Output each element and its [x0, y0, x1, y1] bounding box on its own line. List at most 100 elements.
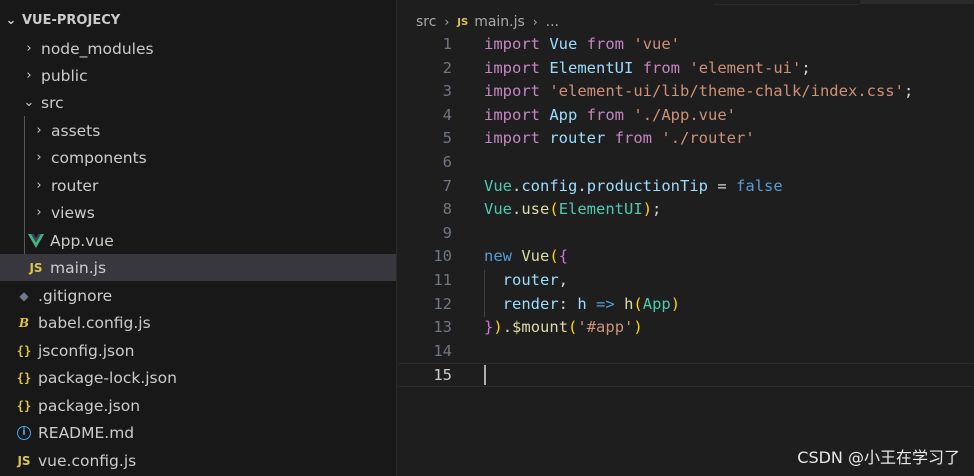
info-icon: i: [14, 425, 34, 440]
javascript-icon: JS: [17, 453, 31, 468]
text-cursor: [484, 365, 486, 386]
line-number: 13: [433, 318, 452, 337]
line-number: 7: [442, 176, 452, 195]
json-icon: {}: [16, 343, 32, 358]
chevron-right-icon: ›: [444, 15, 450, 29]
code-line[interactable]: 1 import Vue from 'vue': [398, 33, 974, 57]
breadcrumb-folder[interactable]: src: [416, 14, 436, 30]
code-text: import 'element-ui/lib/theme-chalk/index…: [484, 82, 914, 101]
tree-item-label: assets: [51, 121, 101, 140]
chevron-right-icon: ›: [532, 15, 538, 29]
code-line[interactable]: 15: [398, 363, 974, 387]
code-line[interactable]: 11 router,: [398, 269, 974, 293]
code-text: import ElementUI from 'element-ui';: [484, 58, 811, 77]
breadcrumb: src › JS main.js › ...: [416, 11, 559, 33]
tab-strip-edge: [714, 0, 859, 5]
code-text: Vue.config.productionTip = false: [484, 176, 783, 195]
line-number: 6: [442, 153, 452, 171]
tree-item-package-lock[interactable]: {} package-lock.json: [0, 364, 396, 391]
code-text: new Vue({: [484, 247, 569, 266]
code-text: router,: [502, 271, 569, 289]
project-header[interactable]: ⌄ VUE-PROJECY: [0, 8, 397, 32]
chevron-right-icon: ›: [36, 178, 42, 193]
tree-item-src[interactable]: ⌄ src: [0, 89, 396, 116]
javascript-icon: JS: [29, 260, 43, 275]
tree-item-readme[interactable]: i README.md: [0, 419, 396, 446]
explorer-sidebar: ⌄ VUE-PROJECY › node_modules › public ⌄ …: [0, 0, 397, 476]
tree-item-label: components: [51, 148, 147, 167]
tree-item-app-vue[interactable]: App.vue: [0, 227, 396, 254]
code-line[interactable]: 10 new Vue({: [398, 245, 974, 269]
code-line[interactable]: 7 Vue.config.productionTip = false: [398, 175, 974, 199]
tree-item-gitignore[interactable]: ◆ .gitignore: [0, 282, 396, 309]
code-line[interactable]: 14: [398, 340, 974, 364]
code-text: import router from './router': [484, 129, 755, 148]
chevron-right-icon: ›: [26, 41, 32, 56]
tree-item-jsconfig[interactable]: {} jsconfig.json: [0, 337, 396, 364]
line-number: 9: [442, 223, 452, 242]
tree-item-node-modules[interactable]: › node_modules: [0, 35, 396, 62]
tree-item-components[interactable]: › components: [0, 144, 396, 171]
code-text: render: h => h(App): [502, 294, 681, 313]
tree-item-label: App.vue: [50, 231, 114, 250]
chevron-right-icon: ›: [36, 123, 42, 138]
json-icon: {}: [16, 370, 32, 385]
tree-item-label: public: [41, 66, 88, 85]
code-line[interactable]: 12 render: h => h(App): [398, 293, 974, 317]
code-text: }).$mount('#app'): [484, 318, 643, 337]
tree-item-label: vue.config.js: [38, 451, 137, 470]
code-line[interactable]: 5 import router from './router': [398, 127, 974, 151]
breadcrumb-more[interactable]: ...: [546, 14, 559, 30]
javascript-icon: JS: [457, 16, 469, 28]
code-line[interactable]: 6: [398, 151, 974, 175]
breadcrumb-file[interactable]: main.js: [474, 14, 525, 30]
chevron-right-icon: ›: [36, 150, 42, 165]
line-number: 15: [433, 366, 452, 385]
tree-item-label: views: [51, 203, 95, 222]
code-text: import App from './App.vue': [484, 105, 737, 124]
tree-item-label: package-lock.json: [38, 368, 177, 387]
tree-item-label: .gitignore: [38, 286, 113, 305]
chevron-down-icon: ⌄: [5, 12, 17, 28]
code-line[interactable]: 4 import App from './App.vue': [398, 104, 974, 128]
line-number: 2: [442, 58, 452, 77]
tree-item-vue-config[interactable]: JS vue.config.js: [0, 447, 396, 474]
code-line[interactable]: 3 import 'element-ui/lib/theme-chalk/inde…: [398, 80, 974, 104]
line-number: 12: [433, 294, 452, 313]
tree-item-label: README.md: [38, 423, 135, 442]
line-number: 1: [442, 35, 452, 53]
tree-item-label: package.json: [38, 396, 141, 415]
line-number: 10: [433, 247, 452, 266]
code-line[interactable]: 9: [398, 222, 974, 246]
tree-item-label: src: [41, 93, 64, 112]
tree-item-babel-config[interactable]: B babel.config.js: [0, 309, 396, 336]
chevron-right-icon: ›: [26, 68, 32, 83]
tree-item-public[interactable]: › public: [0, 62, 396, 89]
git-icon: ◆: [19, 288, 29, 303]
code-text: Vue.use(ElementUI);: [484, 200, 662, 219]
line-number: 3: [442, 82, 452, 101]
line-number: 8: [442, 200, 452, 219]
tree-item-router[interactable]: › router: [0, 172, 396, 199]
code-line[interactable]: 8 Vue.use(ElementUI);: [398, 198, 974, 222]
line-number: 14: [433, 341, 452, 360]
code-editor[interactable]: src › JS main.js › ... 1 import Vue from …: [398, 0, 974, 476]
tree-item-assets[interactable]: › assets: [0, 117, 396, 144]
tree-item-label: babel.config.js: [38, 313, 151, 332]
line-number: 11: [433, 271, 452, 289]
chevron-right-icon: ›: [36, 205, 42, 220]
vue-icon: [26, 233, 46, 248]
json-icon: {}: [16, 398, 32, 413]
tree-item-label: main.js: [50, 258, 107, 277]
tab-strip-edge: [860, 0, 974, 4]
code-line[interactable]: 2 import ElementUI from 'element-ui';: [398, 57, 974, 81]
babel-icon: B: [18, 315, 30, 330]
line-number: 5: [442, 129, 452, 148]
tree-item-views[interactable]: › views: [0, 199, 396, 226]
tree-item-label: node_modules: [41, 39, 154, 58]
tree-item-main-js[interactable]: JS main.js: [0, 254, 396, 281]
tree-item-package-json[interactable]: {} package.json: [0, 392, 396, 419]
watermark: CSDN @小王在学习了: [797, 448, 960, 467]
tree-item-label: router: [51, 176, 99, 195]
code-line[interactable]: 13 }).$mount('#app'): [398, 316, 974, 340]
